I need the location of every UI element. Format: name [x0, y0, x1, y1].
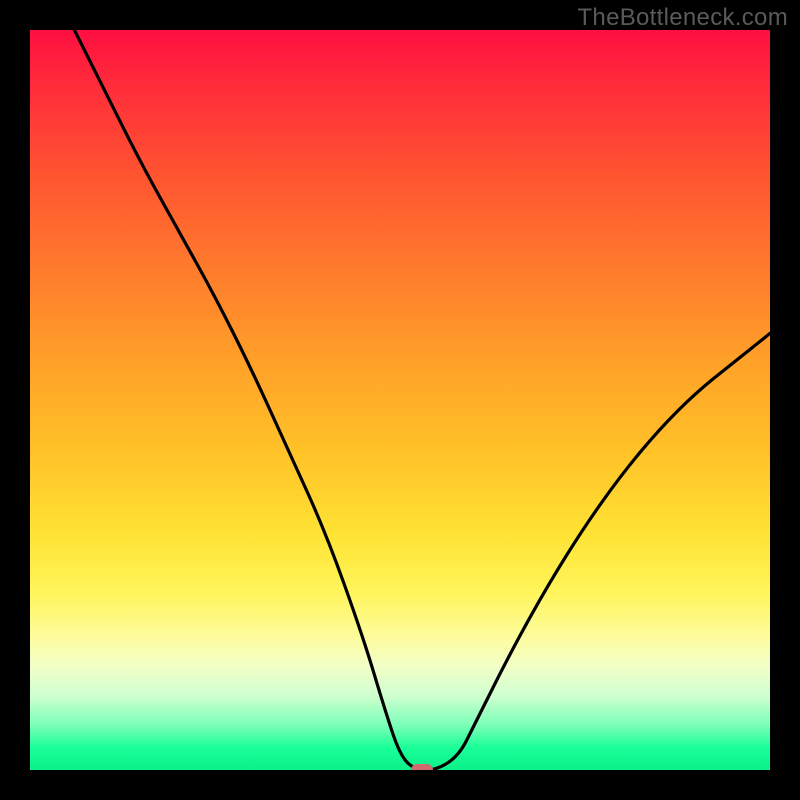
bottleneck-curve — [30, 30, 770, 770]
watermark-text: TheBottleneck.com — [577, 4, 788, 32]
chart-frame: TheBottleneck.com — [0, 0, 800, 800]
minimum-marker — [411, 764, 433, 770]
plot-area — [30, 30, 770, 770]
